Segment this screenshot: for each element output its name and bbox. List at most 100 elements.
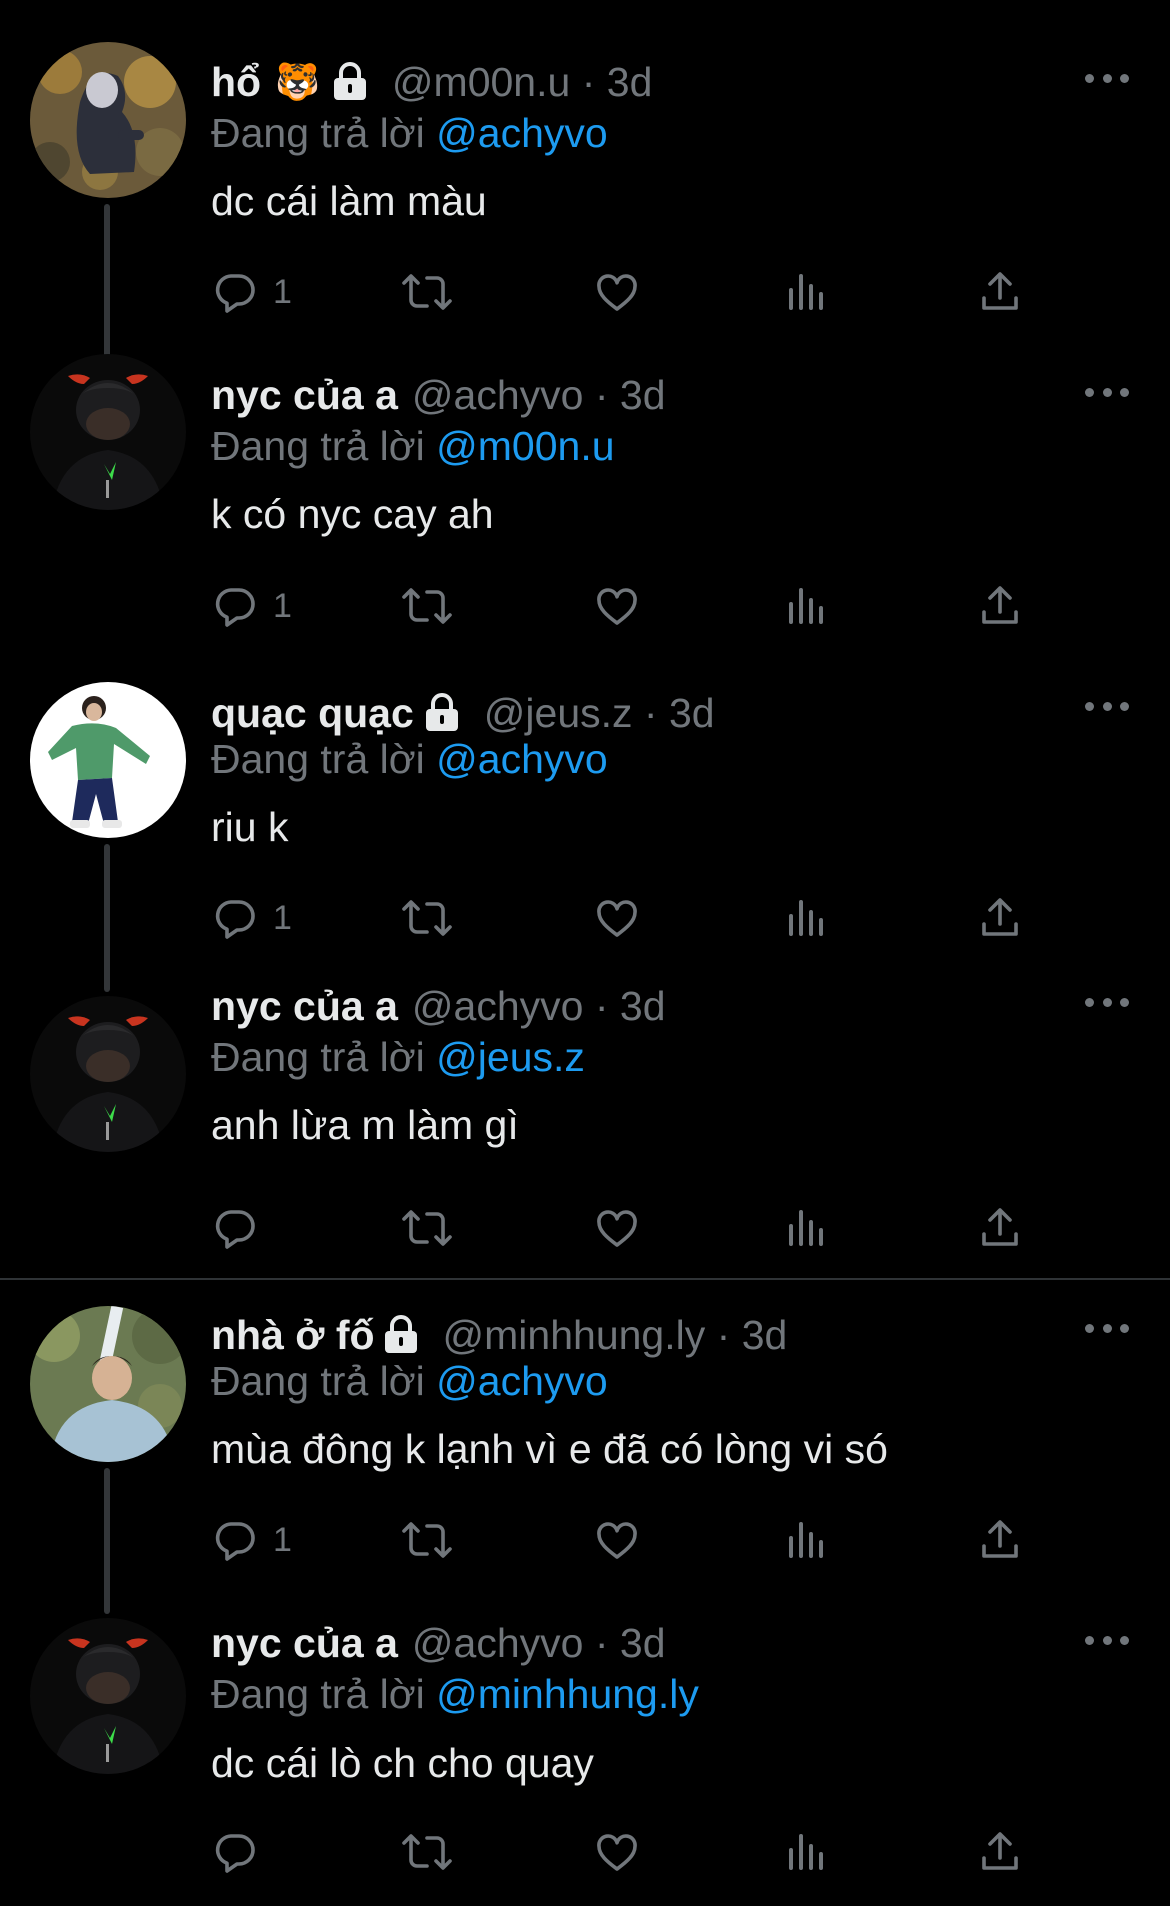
retweet-icon: [402, 1522, 452, 1558]
retweet-icon: [402, 1834, 452, 1870]
timestamp[interactable]: 3d: [620, 983, 666, 1029]
more-icon[interactable]: [1085, 68, 1129, 88]
lock-icon: [424, 693, 460, 733]
separator: ·: [581, 58, 596, 105]
tweet[interactable]: nyc của a @achyvo · 3d Đang trả lời @jeu…: [0, 936, 1170, 1249]
mention-link[interactable]: @jeus.z: [436, 1034, 585, 1080]
thread-line: [104, 1468, 110, 1614]
avatar[interactable]: [30, 1618, 186, 1774]
reply-button[interactable]: [211, 1198, 273, 1258]
retweet-button[interactable]: [401, 1510, 453, 1570]
handle[interactable]: @m00n.u: [392, 59, 570, 105]
like-button[interactable]: [593, 1822, 641, 1882]
retweet-button[interactable]: [401, 1198, 453, 1258]
like-button[interactable]: [593, 1198, 641, 1258]
like-button[interactable]: [593, 1510, 641, 1570]
share-icon: [982, 898, 1018, 936]
avatar[interactable]: [30, 682, 186, 838]
handle[interactable]: @minhhung.ly: [443, 1312, 706, 1358]
tweet-text: dc cái làm màu: [211, 178, 487, 224]
timestamp[interactable]: 3d: [620, 1620, 666, 1666]
share-icon: [982, 586, 1018, 624]
more-icon[interactable]: [1085, 382, 1129, 402]
tweet[interactable]: hổ 🐯 @m00n.u · 3d Đang trả lời @achyvo d…: [0, 0, 1170, 364]
display-name[interactable]: nyc của a: [211, 983, 398, 1030]
handle[interactable]: @achyvo: [412, 372, 584, 418]
lock-icon: [332, 62, 368, 102]
avatar[interactable]: [30, 354, 186, 510]
share-button[interactable]: [976, 1822, 1024, 1882]
share-icon: [982, 1832, 1018, 1870]
avatar[interactable]: [30, 1306, 186, 1462]
views-icon: [789, 1522, 823, 1558]
views-button[interactable]: [783, 1198, 831, 1258]
handle-time: @jeus.z · 3d: [484, 690, 715, 737]
display-name[interactable]: nhà ở fố: [211, 1312, 375, 1359]
reply-button[interactable]: 1: [211, 1510, 292, 1570]
timestamp[interactable]: 3d: [620, 372, 666, 418]
reply-icon: [215, 1210, 255, 1249]
mention-link[interactable]: @minhhung.ly: [436, 1671, 699, 1717]
timestamp[interactable]: 3d: [669, 690, 715, 736]
retweet-icon: [402, 274, 452, 310]
like-icon: [597, 900, 637, 937]
reply-prefix: Đang trả lời: [211, 736, 425, 782]
reply-icon: [215, 274, 255, 313]
tweet-header: quạc quạc @jeus.z · 3d: [211, 683, 715, 743]
tweet-text: dc cái lò ch cho quay: [211, 1740, 594, 1786]
timestamp[interactable]: 3d: [607, 59, 653, 105]
mention-link[interactable]: @achyvo: [436, 1358, 608, 1404]
separator: ·: [594, 982, 609, 1029]
tweet-header: hổ 🐯 @m00n.u · 3d: [211, 52, 652, 112]
like-icon: [597, 1210, 637, 1247]
lock-icon: [383, 1315, 419, 1355]
timestamp[interactable]: 3d: [742, 1312, 788, 1358]
mention-link[interactable]: @achyvo: [436, 736, 608, 782]
handle-time: @achyvo · 3d: [412, 983, 666, 1030]
handle[interactable]: @achyvo: [412, 983, 584, 1029]
tweet[interactable]: quạc quạc @jeus.z · 3d Đang trả lời @ach…: [0, 624, 1170, 992]
handle[interactable]: @jeus.z: [484, 690, 633, 736]
action-bar: [211, 1198, 1041, 1258]
handle[interactable]: @achyvo: [412, 1620, 584, 1666]
name-emoji: 🐯: [275, 61, 320, 102]
tweet[interactable]: nyc của a @achyvo · 3d Đang trả lời @m00…: [0, 312, 1170, 627]
display-name[interactable]: hổ: [211, 59, 261, 106]
retweet-button[interactable]: [401, 1822, 453, 1882]
replying-to: Đang trả lời @m00n.u: [211, 423, 615, 470]
mention-link[interactable]: @achyvo: [436, 110, 608, 156]
retweet-icon: [402, 588, 452, 624]
separator: ·: [716, 1311, 731, 1358]
views-icon: [789, 1834, 823, 1870]
handle-time: @minhhung.ly · 3d: [443, 1312, 788, 1359]
reply-prefix: Đang trả lời: [211, 423, 425, 469]
share-icon: [982, 1520, 1018, 1558]
replying-to: Đang trả lời @minhhung.ly: [211, 1671, 699, 1718]
views-icon: [789, 274, 823, 310]
share-button[interactable]: [976, 1198, 1024, 1258]
display-name[interactable]: quạc quạc: [211, 690, 414, 737]
views-icon: [789, 900, 823, 936]
avatar[interactable]: [30, 42, 186, 198]
handle-time: @achyvo · 3d: [412, 1620, 666, 1667]
tweet-header: nyc của a @achyvo · 3d: [211, 1613, 666, 1673]
like-icon: [597, 588, 637, 625]
separator: ·: [643, 689, 658, 736]
reply-button[interactable]: [211, 1822, 273, 1882]
display-name[interactable]: nyc của a: [211, 372, 398, 419]
tweet-text: k có nyc cay ah: [211, 491, 494, 537]
views-button[interactable]: [783, 1510, 831, 1570]
more-icon[interactable]: [1085, 696, 1129, 716]
avatar[interactable]: [30, 996, 186, 1152]
mention-link[interactable]: @m00n.u: [436, 423, 614, 469]
tweet[interactable]: nyc của a @achyvo · 3d Đang trả lời @min…: [0, 1594, 1170, 1906]
replying-to: Đang trả lời @achyvo: [211, 1358, 608, 1405]
display-name[interactable]: nyc của a: [211, 1620, 398, 1667]
more-icon[interactable]: [1085, 992, 1129, 1012]
share-button[interactable]: [976, 1510, 1024, 1570]
more-icon[interactable]: [1085, 1318, 1129, 1338]
views-button[interactable]: [783, 1822, 831, 1882]
more-icon[interactable]: [1085, 1630, 1129, 1650]
tweet[interactable]: nhà ở fố @minhhung.ly · 3d Đang trả lời …: [0, 1282, 1170, 1614]
like-icon: [597, 274, 637, 311]
